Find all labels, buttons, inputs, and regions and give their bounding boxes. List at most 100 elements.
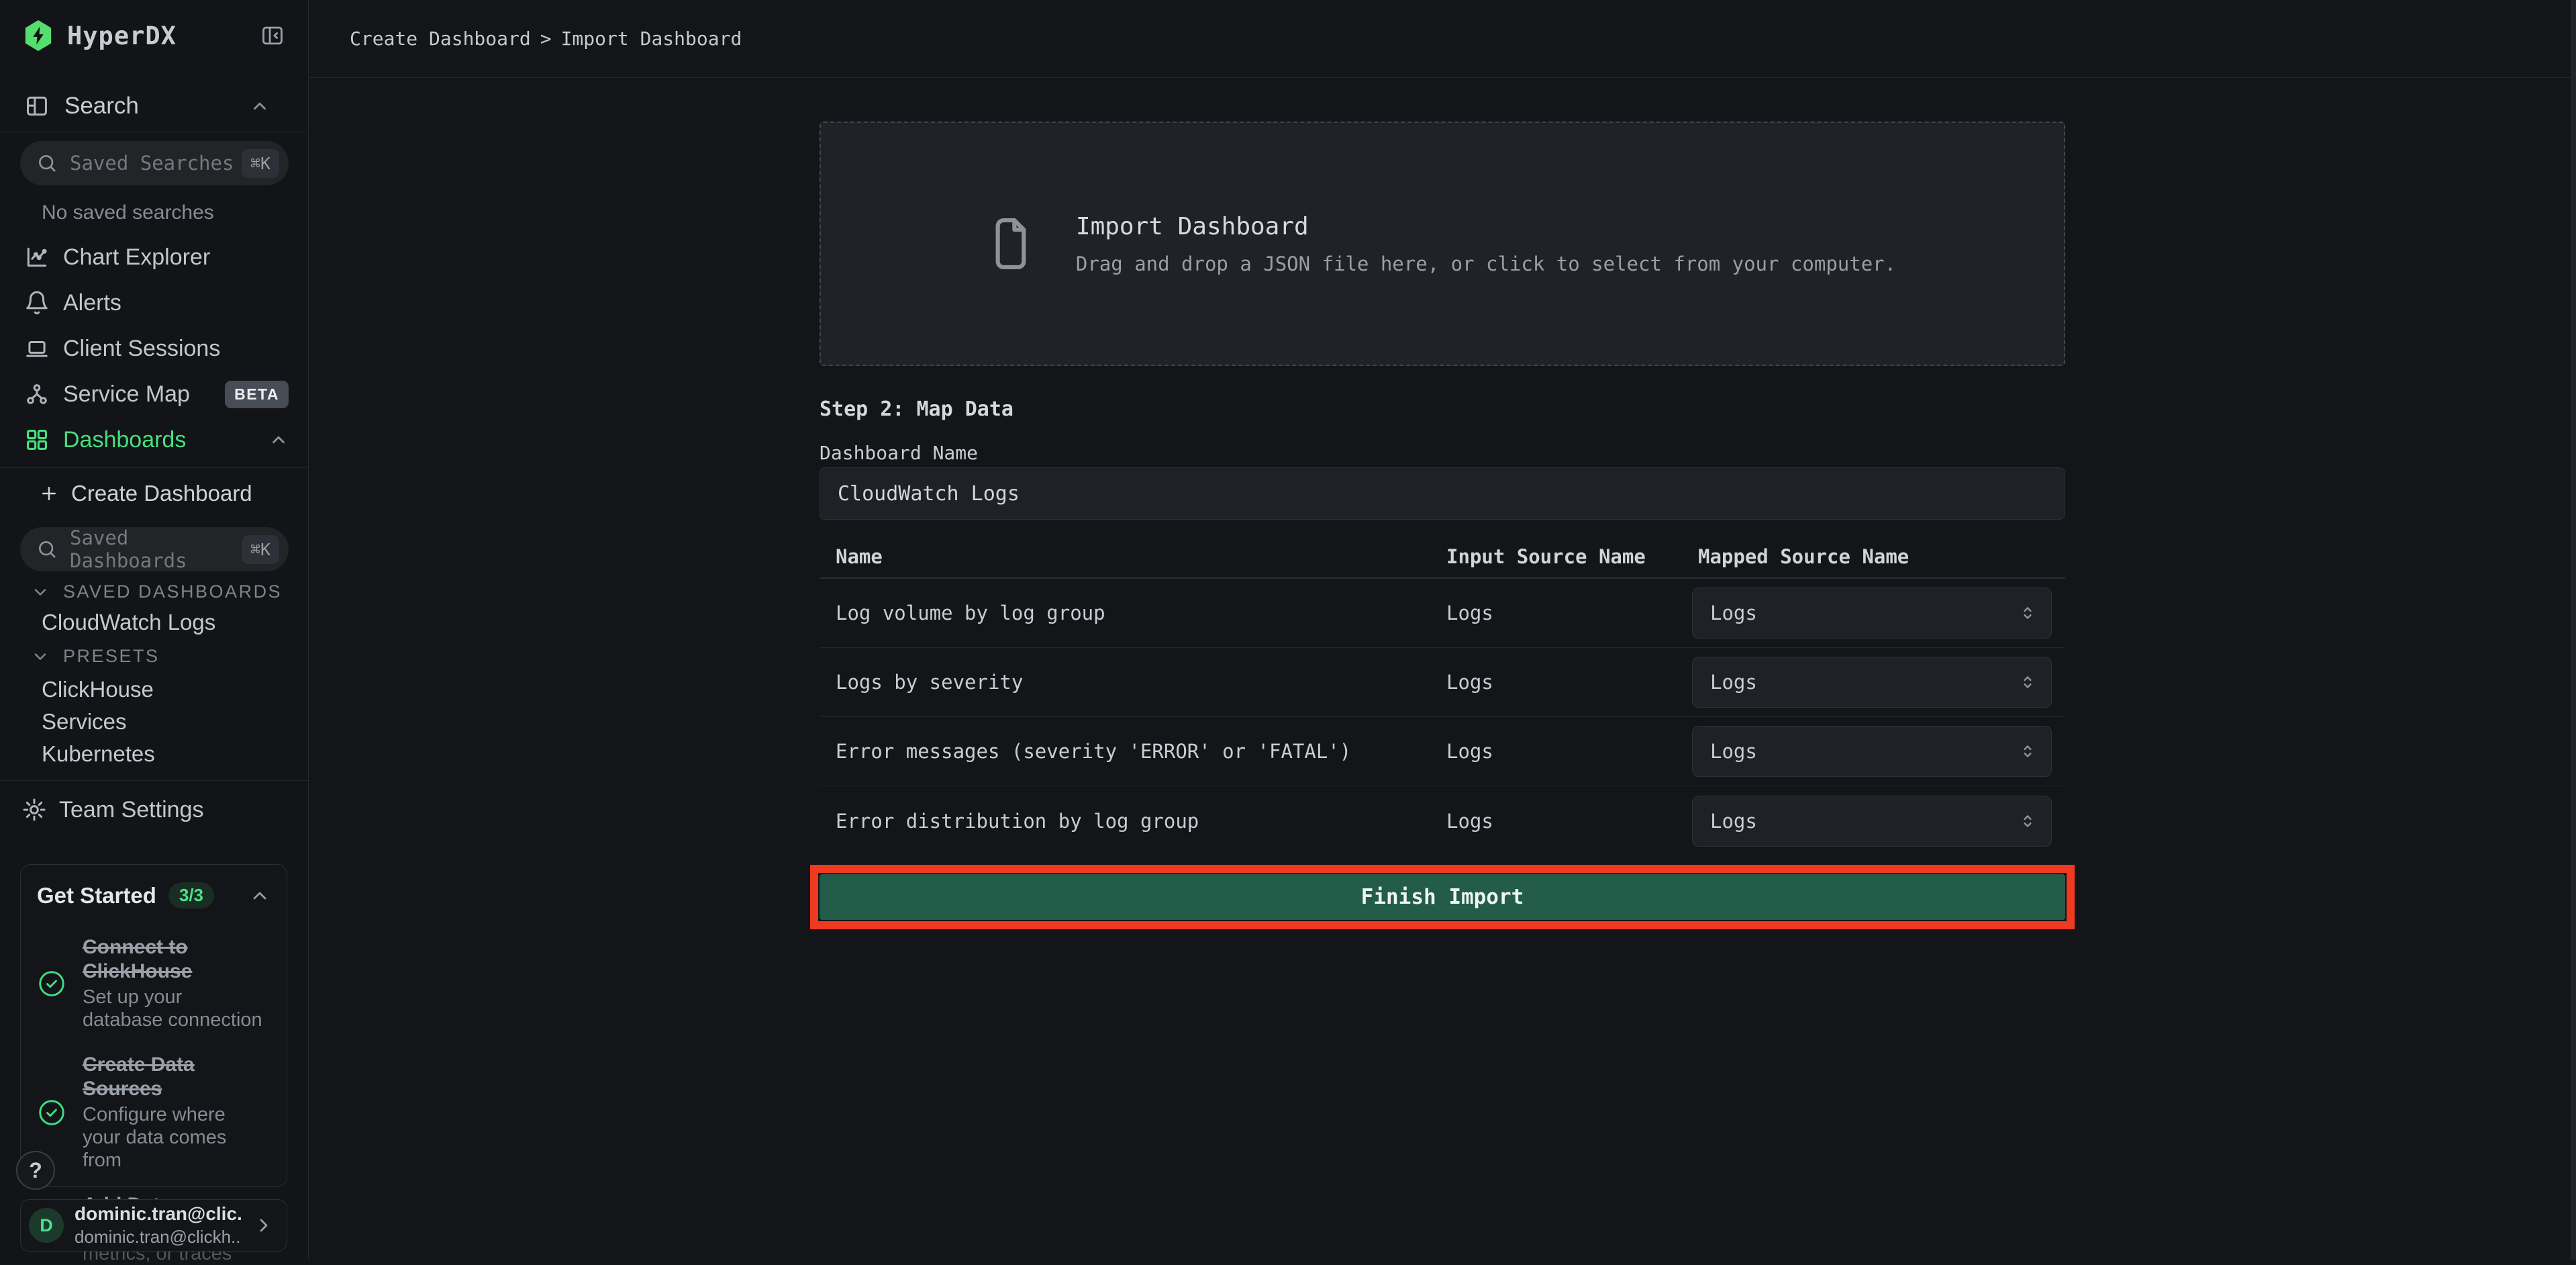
chevron-down-icon xyxy=(31,647,50,666)
chevron-right-icon xyxy=(253,1215,275,1236)
sidebar-item-alerts[interactable]: Alerts xyxy=(0,280,309,326)
scrollbar[interactable] xyxy=(2571,0,2576,1260)
table-row: Log volume by log group Logs Logs xyxy=(820,579,2065,648)
mapping-table: Name Input Source Name Mapped Source Nam… xyxy=(820,541,2065,855)
chart-name: Error messages (severity 'ERROR' or 'FAT… xyxy=(836,740,1351,763)
sidebar-item-team-settings[interactable]: Team Settings xyxy=(21,792,203,827)
sidebar-nav: Chart Explorer Alerts Client Sessions xyxy=(0,234,309,463)
mapped-source-select[interactable]: Logs xyxy=(1692,796,2052,847)
avatar: D xyxy=(29,1208,64,1243)
main-content: Create Dashboard > Import Dashboard Impo… xyxy=(309,0,2576,1260)
task-create-data-sources[interactable]: Create Data Sources Configure where your… xyxy=(37,1053,270,1172)
sidebar-item-service-map[interactable]: Service Map BETA xyxy=(0,371,309,417)
table-row: Logs by severity Logs Logs xyxy=(820,648,2065,717)
task-title: Create Data Sources xyxy=(83,1053,264,1101)
chart-name: Logs by severity xyxy=(836,671,1023,694)
task-title: Connect to ClickHouse xyxy=(83,935,264,984)
saved-dashboards-group-header[interactable]: SAVED DASHBOARDS xyxy=(31,581,282,602)
search-icon xyxy=(36,538,58,560)
divider xyxy=(0,467,309,468)
user-name: dominic.tran@clic... xyxy=(75,1203,242,1225)
chevron-up-icon[interactable] xyxy=(249,885,270,906)
sidebar-item-chart-explorer[interactable]: Chart Explorer xyxy=(0,234,309,280)
search-layout-icon xyxy=(24,93,50,119)
chevron-down-icon xyxy=(31,583,50,602)
select-value: Logs xyxy=(1710,740,1757,763)
mapped-source-select[interactable]: Logs xyxy=(1692,657,2052,708)
divider xyxy=(0,780,309,781)
input-source-name: Logs xyxy=(1446,602,1493,624)
select-value: Logs xyxy=(1710,602,1757,624)
saved-searches-input[interactable]: Saved Searches ⌘K xyxy=(20,141,289,185)
help-button[interactable]: ? xyxy=(16,1151,55,1190)
saved-dashboards-input[interactable]: Saved Dashboards ⌘K xyxy=(20,527,289,571)
chevron-up-icon xyxy=(250,96,270,116)
shortcut-badge: ⌘K xyxy=(242,535,279,564)
sidebar-item-label: Client Sessions xyxy=(63,336,220,362)
chart-name: Error distribution by log group xyxy=(836,810,1199,833)
dropzone-title: Import Dashboard xyxy=(1076,213,1896,240)
mapped-source-select[interactable]: Logs xyxy=(1692,588,2052,639)
sidebar-item-services[interactable]: Services xyxy=(42,709,127,735)
unfold-chevrons-icon xyxy=(2018,811,2038,831)
sidebar-item-client-sessions[interactable]: Client Sessions xyxy=(0,326,309,371)
search-icon xyxy=(36,152,58,174)
sidebar-collapse-icon[interactable] xyxy=(259,22,286,49)
user-menu[interactable]: D dominic.tran@clic... dominic.tran@clic… xyxy=(20,1199,287,1252)
breadcrumb: Create Dashboard > Import Dashboard xyxy=(350,28,742,50)
no-saved-searches-text: No saved searches xyxy=(42,201,214,224)
sidebar-item-clickhouse[interactable]: ClickHouse xyxy=(42,677,154,702)
sidebar-item-kubernetes[interactable]: Kubernetes xyxy=(42,741,155,767)
step-label: Step 2: Map Data xyxy=(820,397,1013,421)
sidebar: HyperDX Search Saved Searches ⌘K xyxy=(0,0,309,1260)
bell-icon xyxy=(24,290,50,316)
file-icon xyxy=(989,215,1033,273)
table-row: Error distribution by log group Logs Log… xyxy=(820,786,2065,855)
sidebar-item-cloudwatch-logs[interactable]: CloudWatch Logs xyxy=(42,610,215,635)
input-source-name: Logs xyxy=(1446,810,1493,833)
get-started-card: Get Started 3/3 Connect to ClickHouse Se… xyxy=(20,864,287,1187)
unfold-chevrons-icon xyxy=(2018,672,2038,692)
dropzone-subtitle: Drag and drop a JSON file here, or click… xyxy=(1076,252,1896,275)
presets-group-header[interactable]: PRESETS xyxy=(31,646,160,667)
sidebar-item-dashboards[interactable]: Dashboards xyxy=(0,417,309,463)
hyperdx-logo-icon xyxy=(23,19,54,52)
logo-row: HyperDX xyxy=(23,19,286,52)
chart-name: Log volume by log group xyxy=(836,602,1105,624)
sidebar-item-label: Service Map xyxy=(63,381,190,408)
progress-badge: 3/3 xyxy=(168,882,214,908)
sidebar-item-label: Dashboards xyxy=(63,427,186,453)
app-title: HyperDX xyxy=(67,21,177,50)
group-label: SAVED DASHBOARDS xyxy=(63,581,282,602)
chart-explorer-icon xyxy=(24,244,50,270)
dashboards-icon xyxy=(24,427,50,453)
column-header-name: Name xyxy=(836,545,883,568)
input-source-name: Logs xyxy=(1446,671,1493,694)
laptop-icon xyxy=(24,336,50,361)
table-row: Error messages (severity 'ERROR' or 'FAT… xyxy=(820,717,2065,786)
table-header: Name Input Source Name Mapped Source Nam… xyxy=(820,541,2065,579)
saved-searches-placeholder: Saved Searches xyxy=(70,152,234,175)
dashboard-name-label: Dashboard Name xyxy=(820,442,978,464)
input-source-name: Logs xyxy=(1446,740,1493,763)
breadcrumb-create-dashboard[interactable]: Create Dashboard xyxy=(350,28,531,50)
column-header-mapped-source: Mapped Source Name xyxy=(1698,545,1909,568)
search-section-header[interactable]: Search xyxy=(24,91,286,121)
dashboard-name-input[interactable] xyxy=(820,467,2065,520)
check-circle-icon xyxy=(37,969,66,998)
task-connect-clickhouse[interactable]: Connect to ClickHouse Set up your databa… xyxy=(37,935,270,1031)
import-dropzone[interactable]: Import Dashboard Drag and drop a JSON fi… xyxy=(820,122,2065,366)
task-subtitle: Set up your database connection xyxy=(83,986,264,1031)
breadcrumb-import-dashboard: Import Dashboard xyxy=(561,28,742,50)
mapped-source-select[interactable]: Logs xyxy=(1692,726,2052,777)
create-dashboard-label: Create Dashboard xyxy=(71,481,252,506)
check-circle-icon xyxy=(37,1098,66,1127)
sidebar-item-label: Alerts xyxy=(63,290,121,316)
task-subtitle: Configure where your data comes from xyxy=(83,1103,264,1172)
finish-import-button[interactable]: Finish Import xyxy=(820,874,2065,920)
select-value: Logs xyxy=(1710,810,1757,833)
create-dashboard-button[interactable]: Create Dashboard xyxy=(39,477,252,510)
get-started-header[interactable]: Get Started 3/3 xyxy=(37,882,270,908)
shortcut-badge: ⌘K xyxy=(242,149,279,178)
team-settings-label: Team Settings xyxy=(59,797,203,823)
